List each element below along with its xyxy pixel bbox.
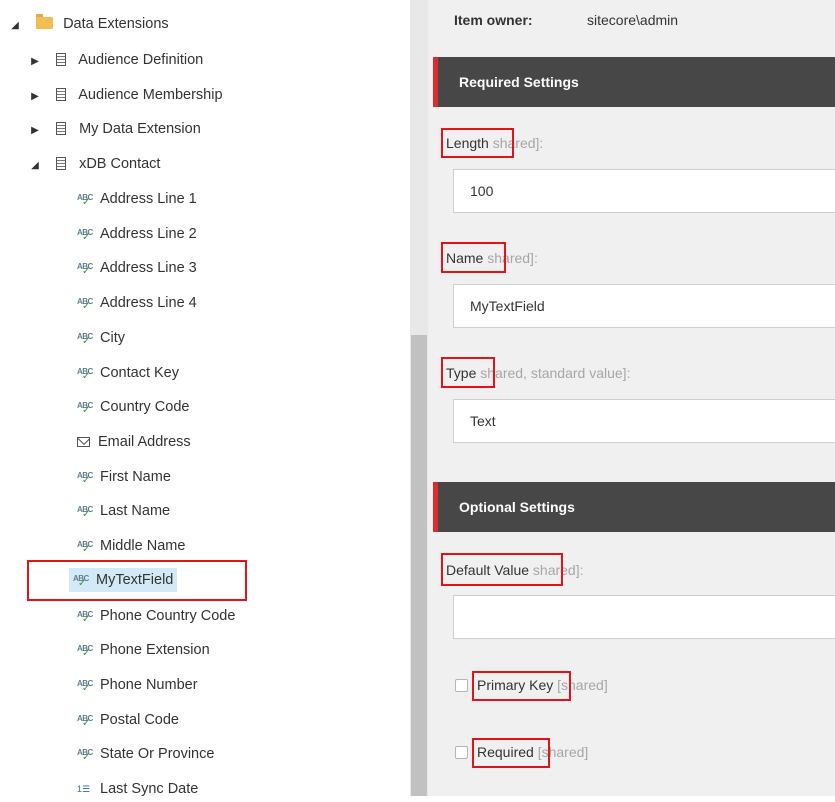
email-icon (77, 437, 90, 447)
tree-field-label: Middle Name (100, 538, 186, 554)
abc-text-icon: ABC (77, 221, 95, 250)
highlight-box (27, 560, 247, 601)
tree-field-state-or-province[interactable]: ABC State Or Province (77, 741, 215, 770)
tree-node-xdb-contact[interactable]: ◢ xDB Contact (28, 152, 160, 176)
folder-icon (36, 14, 54, 29)
collapse-arrow-icon[interactable]: ◢ (8, 14, 22, 38)
tree-field-label: Last Sync Date (100, 781, 199, 797)
abc-text-icon: ABC (77, 741, 95, 770)
default-value-field[interactable] (453, 595, 835, 639)
type-meta: shared, standard value]: (480, 365, 631, 381)
highlight-box (441, 242, 506, 273)
tree-field-address-line-1[interactable]: ABC Address Line 1 (77, 186, 197, 215)
tree-node-audience-definition[interactable]: ▶ Audience Definition (28, 48, 203, 72)
tree-field-phone-extension[interactable]: ABC Phone Extension (77, 637, 210, 666)
highlight-box (441, 128, 514, 158)
abc-text-icon: ABC (77, 707, 95, 736)
tree-node-label: My Data Extension (79, 121, 201, 137)
tree-node-label: xDB Contact (79, 156, 161, 172)
tree-field-address-line-3[interactable]: ABC Address Line 3 (77, 255, 197, 284)
content-tree: ◢ Data Extensions ▶ Audience Definition … (0, 0, 410, 797)
tree-field-label: Address Line 3 (100, 260, 197, 276)
tree-field-email-address[interactable]: Email Address (77, 430, 191, 454)
tree-field-contact-key[interactable]: ABC Contact Key (77, 360, 179, 389)
abc-text-icon: ABC (77, 533, 95, 562)
tree-field-middle-name[interactable]: ABC Middle Name (77, 533, 186, 562)
length-value: 100 (470, 183, 494, 199)
abc-text-icon: ABC (77, 464, 95, 493)
tree-field-phone-country-code[interactable]: ABC Phone Country Code (77, 603, 236, 632)
name-value: MyTextField (470, 298, 545, 314)
tree-field-label: Phone Extension (100, 642, 210, 658)
tree-node-my-data-extension[interactable]: ▶ My Data Extension (28, 117, 201, 141)
tree-node-label: Data Extensions (63, 16, 169, 32)
tree-node-label: Audience Definition (78, 52, 204, 68)
highlight-box (472, 738, 550, 768)
abc-text-icon: ABC (77, 637, 95, 666)
type-value: Text (470, 413, 496, 429)
tree-field-label: First Name (100, 469, 171, 485)
tree-field-phone-number[interactable]: ABC Phone Number (77, 672, 198, 701)
expand-arrow-icon[interactable]: ▶ (28, 119, 42, 143)
table-icon (56, 88, 67, 101)
section-title: Required Settings (459, 74, 579, 90)
section-title: Optional Settings (459, 499, 575, 515)
number-icon: 1☰ (77, 784, 91, 794)
tree-field-label: Phone Number (100, 677, 198, 693)
tree-field-address-line-2[interactable]: ABC Address Line 2 (77, 221, 197, 250)
collapse-arrow-icon[interactable]: ◢ (28, 154, 42, 178)
required-checkbox[interactable] (455, 746, 468, 759)
tree-field-city[interactable]: ABC City (77, 325, 125, 354)
tree-field-label: Contact Key (100, 365, 179, 381)
abc-text-icon: ABC (77, 672, 95, 701)
tree-field-label: Address Line 2 (100, 226, 197, 242)
section-required-settings[interactable]: Required Settings (433, 57, 835, 107)
highlight-box (441, 357, 495, 388)
tree-field-label: Postal Code (100, 712, 179, 728)
table-icon (56, 53, 67, 66)
abc-text-icon: ABC (77, 186, 95, 215)
abc-text-icon: ABC (77, 290, 95, 319)
expand-arrow-icon[interactable]: ▶ (28, 50, 42, 74)
tree-field-label: State Or Province (100, 746, 215, 762)
tree-field-label: Last Name (100, 503, 171, 519)
primary-key-checkbox[interactable] (455, 679, 468, 692)
tree-node-data-extensions[interactable]: ◢ Data Extensions (8, 12, 169, 36)
tree-node-audience-membership[interactable]: ▶ Audience Membership (28, 83, 223, 109)
abc-text-icon: ABC (77, 603, 95, 632)
tree-field-address-line-4[interactable]: ABC Address Line 4 (77, 290, 197, 319)
tree-field-label: City (100, 330, 125, 346)
table-icon (56, 157, 67, 170)
tree-field-label: Email Address (98, 434, 191, 450)
abc-text-icon: ABC (77, 360, 95, 389)
tree-field-postal-code[interactable]: ABC Postal Code (77, 707, 179, 736)
tree-field-first-name[interactable]: ABC First Name (77, 464, 171, 493)
expand-arrow-icon[interactable]: ▶ (28, 85, 42, 109)
item-owner-label: Item owner: (454, 12, 533, 28)
abc-text-icon: ABC (77, 255, 95, 284)
length-field[interactable]: 100 (453, 169, 835, 213)
scrollbar-thumb[interactable] (411, 335, 427, 796)
abc-text-icon: ABC (77, 498, 95, 527)
type-field[interactable]: Text (453, 399, 835, 443)
tree-field-label: Address Line 4 (100, 295, 197, 311)
highlight-box (472, 671, 571, 701)
item-owner-row: Item owner: sitecore\admin (454, 12, 678, 28)
tree-field-country-code[interactable]: ABC Country Code (77, 394, 190, 423)
tree-field-last-sync-date[interactable]: 1☰ Last Sync Date (77, 777, 198, 801)
section-optional-settings[interactable]: Optional Settings (433, 482, 835, 532)
highlight-box (441, 553, 563, 586)
tree-field-last-name[interactable]: ABC Last Name (77, 498, 171, 527)
abc-text-icon: ABC (77, 394, 95, 423)
tree-field-label: Address Line 1 (100, 191, 197, 207)
tree-field-label: Phone Country Code (100, 608, 236, 624)
tree-node-label: Audience Membership (78, 87, 223, 103)
name-field[interactable]: MyTextField (453, 284, 835, 328)
table-icon (56, 122, 67, 135)
abc-text-icon: ABC (77, 325, 95, 354)
item-owner-value: sitecore\admin (587, 12, 679, 28)
tree-field-label: Country Code (100, 399, 190, 415)
